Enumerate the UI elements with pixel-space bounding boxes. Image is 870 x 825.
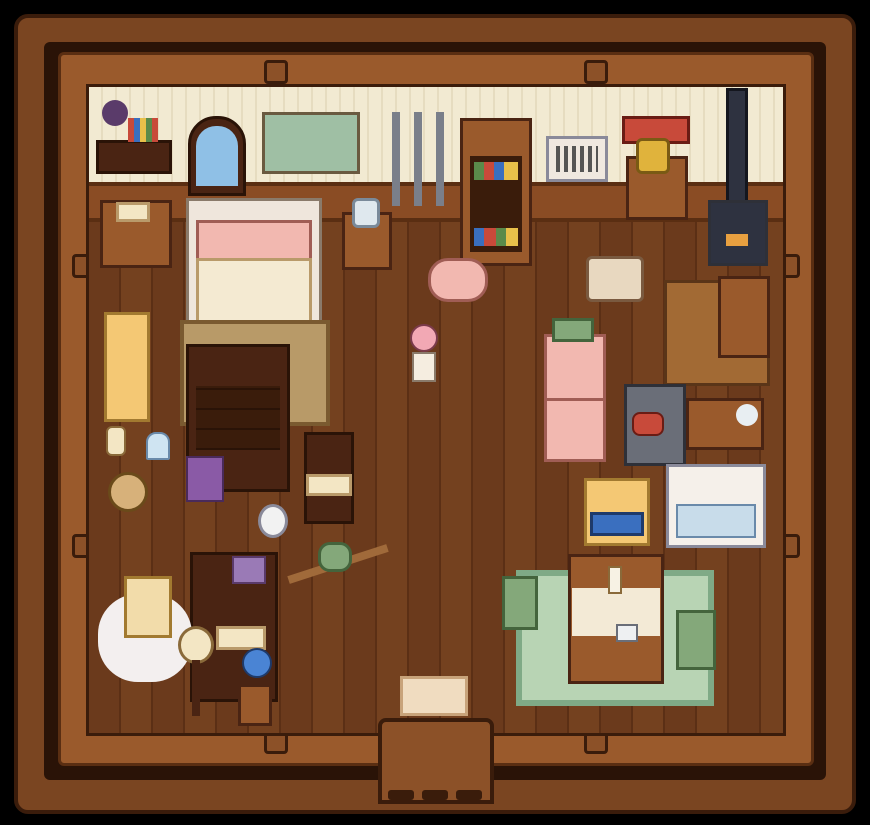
bookcase-books: [474, 162, 518, 180]
calendar-grid: [556, 146, 598, 172]
door-step: [388, 790, 414, 800]
floor-lamp-pole: [192, 660, 200, 716]
mug-icon: [616, 624, 638, 642]
candle-icon: [608, 566, 622, 594]
window-glass: [196, 126, 238, 186]
teapot-icon: [632, 412, 664, 436]
dining-chair-right[interactable]: [676, 610, 716, 670]
frog-witch-icon[interactable]: [318, 542, 352, 572]
bed-quilt: [196, 258, 312, 324]
bookcase-books: [474, 228, 518, 246]
bell-jar-icon: [146, 432, 170, 460]
lectern-book-icon: [306, 474, 352, 496]
desk-papers: [216, 626, 266, 650]
jar-icon: [352, 198, 380, 228]
stove-pipe: [726, 88, 748, 208]
crystal-stand[interactable]: [186, 456, 224, 502]
lamp-icon: [106, 426, 126, 456]
plate-icon: [736, 404, 758, 426]
armchair[interactable]: [124, 576, 172, 638]
desk-crystal-icon: [232, 556, 266, 584]
character-body: [412, 352, 436, 382]
door-step: [422, 790, 448, 800]
oar-icon: [436, 112, 444, 206]
doormat: [400, 676, 468, 716]
pink-ottoman[interactable]: [428, 258, 488, 302]
globe-icon[interactable]: [108, 472, 148, 512]
fridge-divider: [544, 398, 606, 401]
character-head-icon: [410, 324, 438, 352]
door-step: [456, 790, 482, 800]
yellow-couch[interactable]: [104, 312, 150, 422]
dining-chair-left[interactable]: [502, 576, 538, 630]
storage-chest[interactable]: [586, 256, 644, 302]
trophy-icon: [636, 138, 670, 174]
potted-plant-icon: [102, 100, 128, 126]
fish-tank: [590, 512, 644, 536]
floor-lamp-icon[interactable]: [178, 626, 214, 664]
oar-icon: [392, 112, 400, 206]
stove-fire-icon: [726, 234, 748, 246]
desk-stool[interactable]: [238, 684, 272, 726]
wood-stove[interactable]: [708, 200, 768, 266]
small-wood-table[interactable]: [718, 276, 770, 358]
desk-orb-icon: [242, 648, 272, 678]
wall-map[interactable]: [262, 112, 360, 174]
display-glass: [676, 504, 756, 538]
wall-shelf: [96, 140, 172, 174]
crystal-ball-icon[interactable]: [258, 504, 288, 538]
oar-icon: [414, 112, 422, 206]
player-character[interactable]: [404, 324, 444, 394]
frame-post: [584, 60, 608, 84]
fridge-plant-icon: [552, 318, 594, 342]
shelf-books: [128, 118, 158, 142]
frame-post: [264, 60, 288, 84]
cabinet-shelves: [196, 386, 280, 450]
open-book-icon[interactable]: [116, 202, 150, 222]
